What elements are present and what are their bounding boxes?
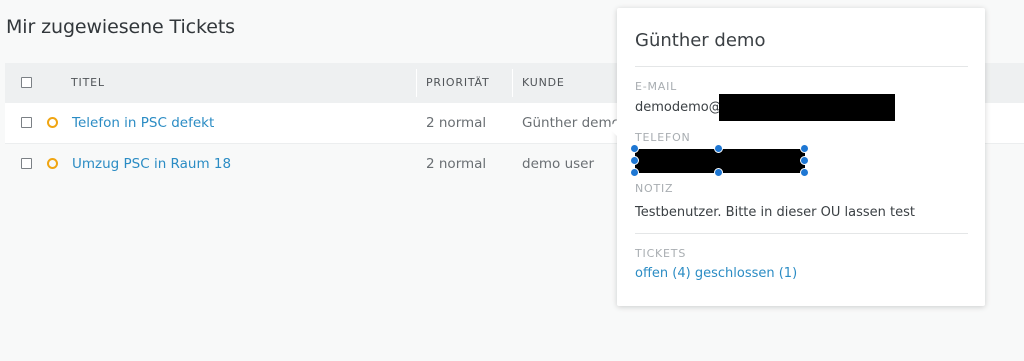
popover-arrow	[609, 120, 617, 136]
column-divider[interactable]	[416, 69, 417, 97]
customer-popover: Günther demo E-MAIL demodemo@ TELEFON NO…	[609, 8, 985, 306]
column-header-customer[interactable]: KUNDE	[522, 63, 565, 103]
page-title: Mir zugewiesene Tickets	[6, 16, 235, 38]
divider	[635, 66, 968, 67]
ticket-priority: 2 normal	[426, 156, 487, 172]
column-divider[interactable]	[512, 69, 513, 97]
ticket-title-link[interactable]: Telefon in PSC defekt	[72, 103, 214, 143]
priority-circle-icon	[47, 117, 58, 128]
resize-handle[interactable]	[800, 168, 809, 177]
open-tickets-link[interactable]: offen (4)	[635, 266, 691, 281]
column-header-priority[interactable]: PRIORITÄT	[426, 63, 490, 103]
note-value: Testbenutzer. Bitte in dieser OU lassen …	[635, 205, 915, 220]
ticket-customer[interactable]: Günther demo	[522, 103, 620, 143]
email-redaction	[719, 94, 895, 121]
resize-handle[interactable]	[800, 156, 809, 165]
resize-handle[interactable]	[630, 156, 639, 165]
resize-handle[interactable]	[714, 168, 723, 177]
resize-handle[interactable]	[630, 168, 639, 177]
tickets-links: offen (4) geschlossen (1)	[635, 266, 797, 281]
email-label: E-MAIL	[635, 80, 678, 93]
resize-handle[interactable]	[630, 144, 639, 153]
row-checkbox[interactable]	[21, 158, 32, 169]
email-value: demodemo@	[635, 100, 722, 115]
ticket-customer[interactable]: demo user	[522, 144, 594, 184]
row-checkbox[interactable]	[21, 117, 32, 128]
priority-circle-icon	[47, 158, 58, 169]
customer-name: Günther demo	[635, 30, 766, 51]
tickets-label: TICKETS	[635, 247, 687, 260]
closed-tickets-link[interactable]: geschlossen (1)	[695, 266, 797, 281]
ticket-priority: 2 normal	[426, 115, 487, 131]
note-label: NOTIZ	[635, 182, 674, 195]
select-all-checkbox[interactable]	[21, 77, 32, 88]
resize-handle[interactable]	[714, 144, 723, 153]
resize-handle[interactable]	[800, 144, 809, 153]
column-header-title[interactable]: TITEL	[71, 63, 105, 103]
divider	[635, 233, 968, 234]
phone-label: TELEFON	[635, 131, 691, 144]
ticket-title-link[interactable]: Umzug PSC in Raum 18	[72, 144, 231, 184]
